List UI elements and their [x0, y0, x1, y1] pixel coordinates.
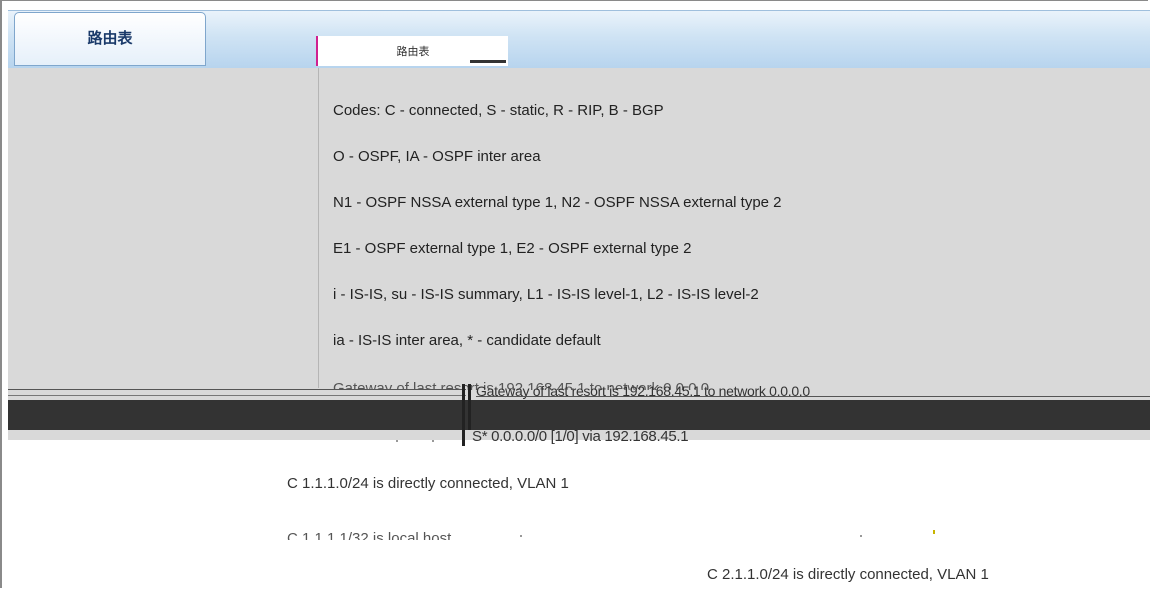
legend-line: ia - IS-IS inter area, * - candidate def…	[333, 332, 601, 349]
divider-line	[8, 389, 466, 390]
artifact-dot	[933, 530, 935, 534]
legend-line: N1 - OSPF NSSA external type 1, N2 - OSP…	[333, 194, 782, 211]
legend-line: i - IS-IS, su - IS-IS summary, L1 - IS-I…	[333, 286, 759, 303]
divider-line	[8, 395, 466, 396]
divider-line	[476, 396, 1150, 397]
dark-band	[8, 400, 1150, 430]
tab-active-indicator	[470, 60, 506, 63]
artifact-dot	[520, 535, 522, 537]
artifact-dot	[396, 440, 398, 442]
artifact-dot	[432, 440, 434, 442]
route-codes-legend: Codes: C - connected, S - static, R - RI…	[333, 98, 782, 374]
legend-line: Codes: C - connected, S - static, R - RI…	[333, 102, 664, 119]
artifact-dot	[860, 535, 862, 537]
panel-divider	[318, 68, 319, 388]
tab-routing-table[interactable]: 路由表	[14, 12, 206, 66]
legend-line: E1 - OSPF external type 1, E2 - OSPF ext…	[333, 240, 692, 257]
legend-line: O - OSPF, IA - OSPF inter area	[333, 148, 541, 165]
vertical-bar	[468, 384, 471, 430]
route-entry-default: S* 0.0.0.0/0 [1/0] via 192.168.45.1	[472, 428, 689, 445]
route-entry: C 1.1.1.1/32 is local host.	[287, 530, 456, 540]
route-entry: C 2.1.1.0/24 is directly connected, VLAN…	[707, 566, 989, 583]
vertical-bar	[462, 384, 465, 446]
divider-line	[8, 440, 276, 442]
route-entry: C 1.1.1.0/24 is directly connected, VLAN…	[287, 475, 569, 492]
